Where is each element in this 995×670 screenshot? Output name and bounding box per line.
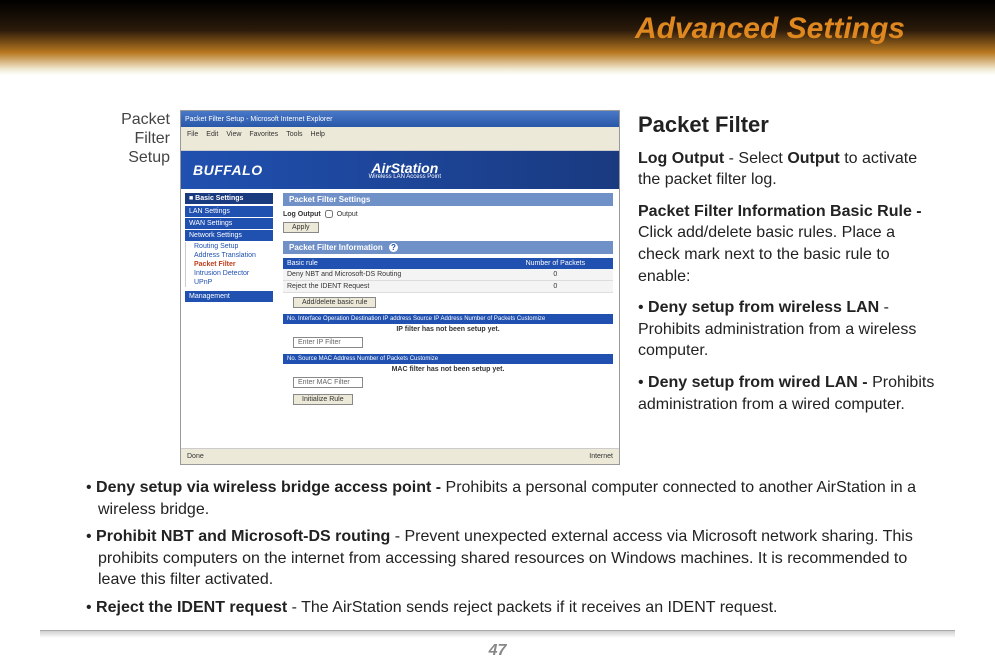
basic-rule-table-header: Basic rule Number of Packets (283, 258, 613, 269)
logo-airstation: AirStation Wireless LAN Access Point (369, 160, 441, 180)
row-reject-ident: Reject the IDENT Request (287, 283, 502, 290)
side-label-l1: Packet (121, 111, 170, 128)
footer-divider (40, 630, 955, 638)
product-banner: BUFFALO AirStation Wireless LAN Access P… (181, 151, 619, 189)
menu-file[interactable]: File (187, 131, 198, 138)
side-label: Packet Filter Setup (60, 110, 180, 465)
sidebar-sub-intrusion[interactable]: Intrusion Detector (185, 269, 273, 278)
ip-filter-empty-note: IP filter has not been setup yet. (283, 326, 613, 333)
window-menubar: File Edit View Favorites Tools Help (181, 127, 619, 141)
log-output-label: Log Output (283, 211, 321, 218)
header-title: Advanced Settings (635, 12, 905, 46)
side-label-l3: Setup (128, 149, 170, 166)
window-toolbar (181, 141, 619, 151)
initialize-rule-button[interactable]: Initialize Rule (293, 394, 353, 405)
log-output-checkbox[interactable] (325, 210, 333, 218)
right-text-column: Packet Filter Log Output - Select Output… (620, 110, 935, 465)
window-statusbar: Done Internet (181, 448, 619, 464)
table-row: Reject the IDENT Request 0 (283, 281, 613, 293)
upper-row: Packet Filter Setup Packet Filter Setup … (60, 110, 935, 465)
add-delete-basic-rule-button[interactable]: Add/delete basic rule (293, 297, 376, 308)
log-output-t1: - Select (724, 150, 787, 167)
basic-rule-paragraph: Packet Filter Information Basic Rule - C… (638, 201, 935, 287)
apply-button[interactable]: Apply (283, 222, 319, 233)
deny-wired-paragraph: • Deny setup from wired LAN - Prohibits … (638, 372, 935, 415)
packet-filter-heading: Packet Filter (638, 110, 935, 140)
reject-ident-text: - The AirStation sends reject packets if… (287, 599, 777, 616)
side-label-l2: Filter (134, 130, 170, 147)
deny-wired-bold: Deny setup from wired LAN - (648, 374, 872, 391)
bottom-text-block: • Deny setup via wireless bridge access … (60, 477, 935, 625)
menu-favorites[interactable]: Favorites (249, 131, 278, 138)
basic-rule-text: Click add/delete basic rules. Place a ch… (638, 224, 895, 284)
sidebar-item-lan[interactable]: LAN Settings (185, 206, 273, 217)
log-output-row: Log Output Output (283, 210, 613, 218)
log-output-text: Output (337, 211, 358, 218)
menu-tools[interactable]: Tools (286, 131, 302, 138)
status-right: Internet (589, 453, 613, 460)
menu-view[interactable]: View (226, 131, 241, 138)
logo-buffalo: BUFFALO (193, 162, 263, 178)
section-pfi-text: Packet Filter Information (289, 243, 383, 252)
prohibit-nbt-bold: Prohibit NBT and Microsoft-DS routing (96, 528, 390, 545)
status-left: Done (187, 453, 204, 460)
screenshot-body: ■ Basic Settings LAN Settings WAN Settin… (181, 189, 619, 448)
content-area: Packet Filter Setup Packet Filter Setup … (0, 75, 995, 625)
sidebar-sub-routing[interactable]: Routing Setup (185, 242, 273, 251)
log-output-bold2: Output (787, 150, 839, 167)
menu-edit[interactable]: Edit (206, 131, 218, 138)
row-deny-nbt: Deny NBT and Microsoft-DS Routing (287, 271, 502, 278)
th-basic-rule: Basic rule (287, 260, 502, 267)
screenshot-sidebar: ■ Basic Settings LAN Settings WAN Settin… (181, 189, 277, 448)
deny-bridge-item: • Deny setup via wireless bridge access … (68, 477, 927, 520)
table-row: Deny NBT and Microsoft-DS Routing 0 (283, 269, 613, 281)
help-icon[interactable]: ? (389, 243, 398, 252)
row-deny-nbt-val: 0 (502, 271, 609, 278)
row-reject-ident-val: 0 (502, 283, 609, 290)
log-output-bold1: Log Output (638, 150, 724, 167)
embedded-screenshot: Packet Filter Setup - Microsoft Internet… (180, 110, 620, 465)
header-banner: Advanced Settings (0, 0, 995, 75)
page-number: 47 (0, 642, 995, 660)
mac-filter-table-header: No. Source MAC Address Number of Packets… (283, 354, 613, 364)
sidebar-sub-packetfilter[interactable]: Packet Filter (185, 260, 273, 269)
sidebar-item-network[interactable]: Network Settings (185, 230, 273, 241)
menu-help[interactable]: Help (311, 131, 325, 138)
deny-bridge-bold: Deny setup via wireless bridge access po… (96, 479, 445, 496)
sidebar-item-management[interactable]: Management (185, 291, 273, 302)
reject-ident-item: • Reject the IDENT request - The AirStat… (68, 597, 927, 619)
log-output-paragraph: Log Output - Select Output to activate t… (638, 148, 935, 191)
sidebar-header: ■ Basic Settings (185, 193, 273, 204)
logo-airstation-sub: Wireless LAN Access Point (369, 174, 441, 180)
ip-filter-table-header: No. Interface Operation Destination IP a… (283, 314, 613, 324)
prohibit-nbt-item: • Prohibit NBT and Microsoft-DS routing … (68, 526, 927, 591)
screenshot-main: Packet Filter Settings Log Output Output… (277, 189, 619, 448)
deny-wireless-bold: Deny setup from wireless LAN (648, 299, 879, 316)
mac-filter-empty-note: MAC filter has not been setup yet. (283, 366, 613, 373)
deny-wireless-paragraph: • Deny setup from wireless LAN - Prohibi… (638, 297, 935, 362)
window-title: Packet Filter Setup - Microsoft Internet… (185, 116, 332, 123)
sidebar-item-wan[interactable]: WAN Settings (185, 218, 273, 229)
section-packet-filter-info: Packet Filter Information ? (283, 241, 613, 254)
sidebar-sub-address[interactable]: Address Translation (185, 251, 273, 260)
sidebar-sub-upnp[interactable]: UPnP (185, 278, 273, 287)
enter-ip-filter-input[interactable]: Enter IP Filter (293, 337, 363, 348)
basic-rule-bold: Packet Filter Information Basic Rule - (638, 203, 922, 220)
section-packet-filter-settings: Packet Filter Settings (283, 193, 613, 206)
window-titlebar: Packet Filter Setup - Microsoft Internet… (181, 111, 619, 127)
reject-ident-bold: Reject the IDENT request (96, 599, 287, 616)
enter-mac-filter-input[interactable]: Enter MAC Filter (293, 377, 363, 388)
th-num-packets: Number of Packets (502, 260, 609, 267)
page-footer: 47 (0, 630, 995, 660)
